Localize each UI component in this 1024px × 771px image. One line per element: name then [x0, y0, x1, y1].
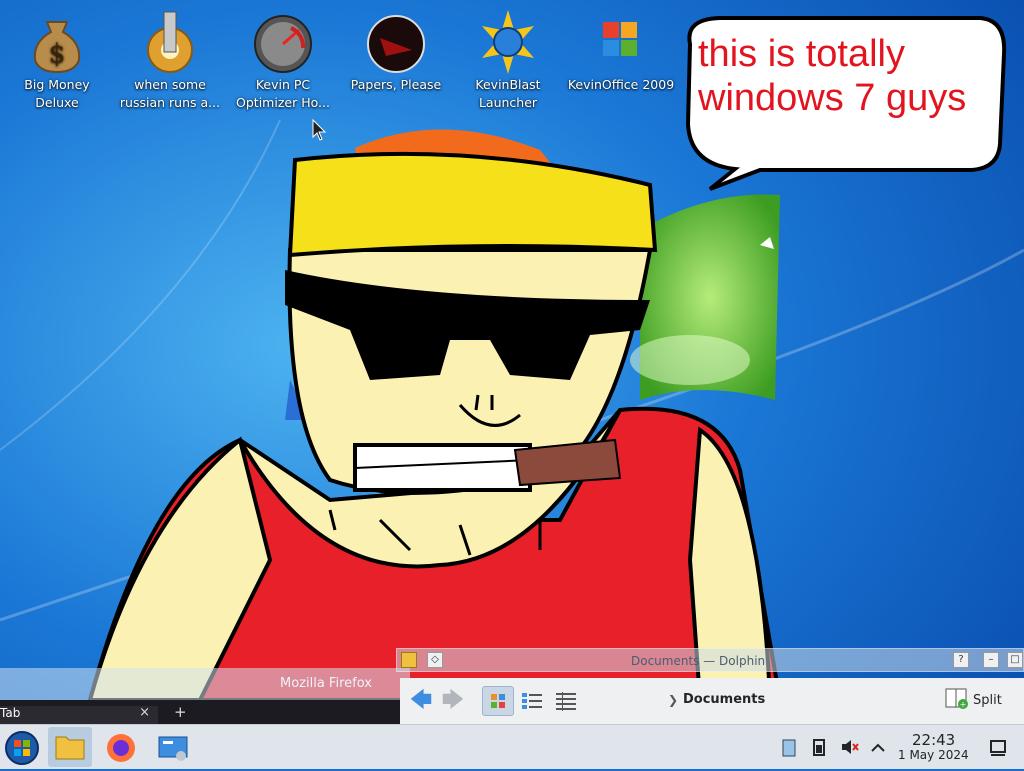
close-icon[interactable]: ×: [139, 705, 150, 720]
firefox-tabbar: Tab × +: [0, 700, 410, 724]
papers-please-icon: [367, 15, 425, 73]
speedometer-icon: [254, 15, 312, 73]
svg-text:$: $: [49, 39, 66, 69]
desktop-icon-label: KevinBlast Launcher: [475, 77, 541, 110]
compact-view-button[interactable]: [520, 690, 544, 716]
gear-syringe-icon: [147, 11, 193, 73]
desktop-icon-kevinblast-launcher[interactable]: KevinBlast Launcher: [454, 8, 562, 112]
minimize-button[interactable]: –: [983, 652, 999, 668]
desktop-icon-russian[interactable]: when some russian runs a...: [116, 8, 224, 112]
firefox-tab-label: Tab: [0, 706, 21, 720]
dolphin-window[interactable]: ◇ Documents — Dolphin ? – □ 🡄 🡆 ❯ Docume…: [396, 648, 1024, 724]
folder-icon: [55, 736, 85, 760]
firefox-icon: [107, 734, 135, 762]
mouse-cursor-icon: [312, 119, 326, 141]
details-view-button[interactable]: [554, 690, 578, 716]
start-button[interactable]: [0, 727, 44, 767]
desktop-icon-label: when some russian runs a...: [119, 77, 221, 110]
firefox-window-title: Mozilla Firefox: [280, 676, 372, 691]
desktop-icon-papers-please[interactable]: Papers, Please: [342, 8, 450, 94]
maximize-button[interactable]: □: [1007, 652, 1023, 668]
firefox-titlebar[interactable]: Mozilla Firefox: [0, 668, 410, 700]
new-tab-button[interactable]: +: [174, 703, 187, 721]
dolphin-window-title: Documents — Dolphin: [631, 654, 766, 668]
office-logo-icon: [603, 22, 637, 56]
monitor-settings-icon: [158, 736, 188, 761]
taskbar: 22:43 1 May 2024: [0, 724, 1024, 769]
taskbar-system-settings[interactable]: [151, 727, 195, 767]
split-button[interactable]: + Split: [945, 688, 1002, 714]
battery-icon[interactable]: [810, 737, 828, 761]
firefox-tab[interactable]: Tab ×: [0, 705, 158, 724]
compact-view-icon: [522, 693, 542, 709]
clock-date[interactable]: 1 May 2024: [898, 748, 969, 762]
folder-icon[interactable]: [401, 652, 417, 668]
split-view-icon: +: [945, 688, 968, 709]
globe-burst-icon: [482, 10, 534, 74]
clock-time[interactable]: 22:43: [912, 731, 955, 749]
details-view-icon: [556, 692, 576, 711]
taskbar-file-manager[interactable]: [48, 727, 92, 767]
pin-icon[interactable]: ◇: [427, 652, 443, 668]
clipboard-icon[interactable]: [780, 737, 798, 761]
chevron-up-icon[interactable]: [870, 737, 886, 761]
show-desktop-icon[interactable]: [988, 737, 1008, 761]
desktop-icon-label: KevinOffice 2009: [567, 77, 675, 92]
help-button[interactable]: ?: [953, 652, 969, 668]
forward-arrow-icon[interactable]: 🡆: [440, 688, 466, 714]
desktop-icon-label: Papers, Please: [350, 77, 442, 92]
dolphin-toolbar: 🡄 🡆 ❯ Documents + Split: [400, 678, 1024, 724]
desktop-icon-big-money-deluxe[interactable]: $ Big Money Deluxe: [3, 8, 111, 112]
speech-bubble-text: this is totally windows 7 guys: [698, 33, 967, 119]
desktop-icon-kevinoffice-2009[interactable]: KevinOffice 2009: [567, 8, 675, 94]
volume-muted-icon[interactable]: [840, 737, 860, 761]
icons-view-icon: [491, 694, 505, 708]
svg-text:+: +: [960, 700, 967, 709]
windows-orb-icon: [5, 731, 39, 765]
taskbar-firefox[interactable]: [99, 727, 143, 767]
firefox-window[interactable]: Mozilla Firefox Tab × +: [0, 668, 410, 724]
desktop-icon-kevin-pc-optimizer[interactable]: Kevin PC Optimizer Ho...: [229, 8, 337, 112]
money-bag-icon: $: [33, 21, 81, 74]
breadcrumb-documents[interactable]: Documents: [683, 692, 765, 707]
back-arrow-icon[interactable]: 🡄: [408, 688, 434, 714]
split-button-label: Split: [973, 693, 1002, 708]
desktop-icon-label: Kevin PC Optimizer Ho...: [236, 77, 330, 110]
breadcrumb-chevron-icon[interactable]: ❯: [668, 693, 678, 707]
dolphin-titlebar[interactable]: ◇ Documents — Dolphin ? – □: [396, 648, 1024, 672]
icons-view-button[interactable]: [482, 686, 514, 716]
desktop-icon-label: Big Money Deluxe: [24, 77, 90, 110]
